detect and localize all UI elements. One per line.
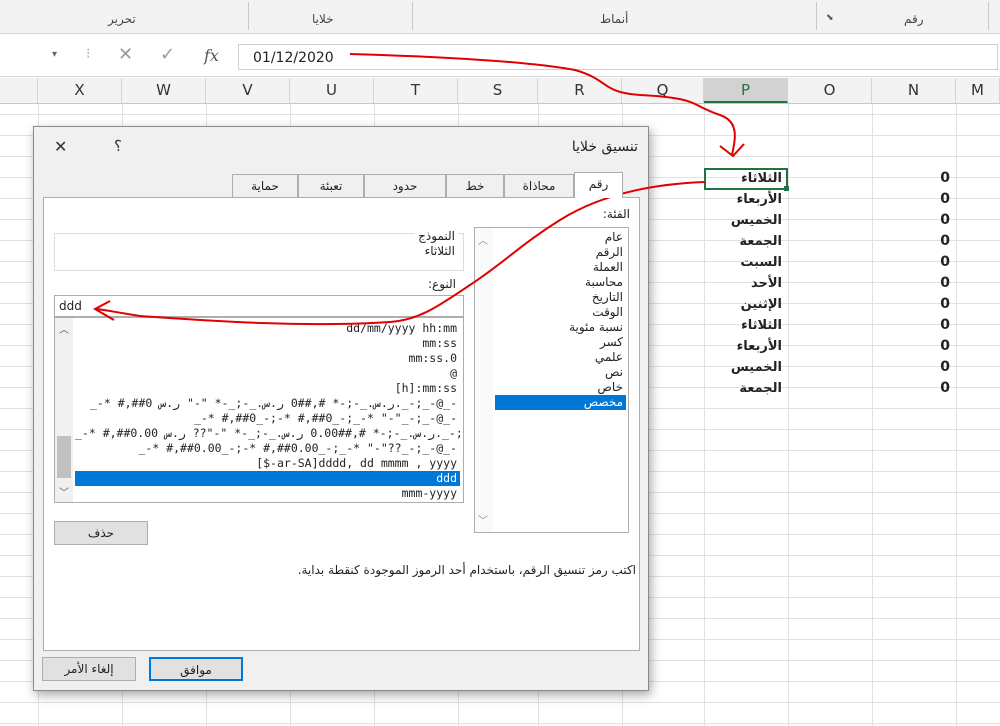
tab-number[interactable]: رقم [574, 172, 623, 198]
annotation-arrow-formula-to-cell [349, 53, 736, 156]
annotation-arrow-cell-to-type [96, 181, 706, 326]
annotation-overlay [92, 53, 745, 326]
